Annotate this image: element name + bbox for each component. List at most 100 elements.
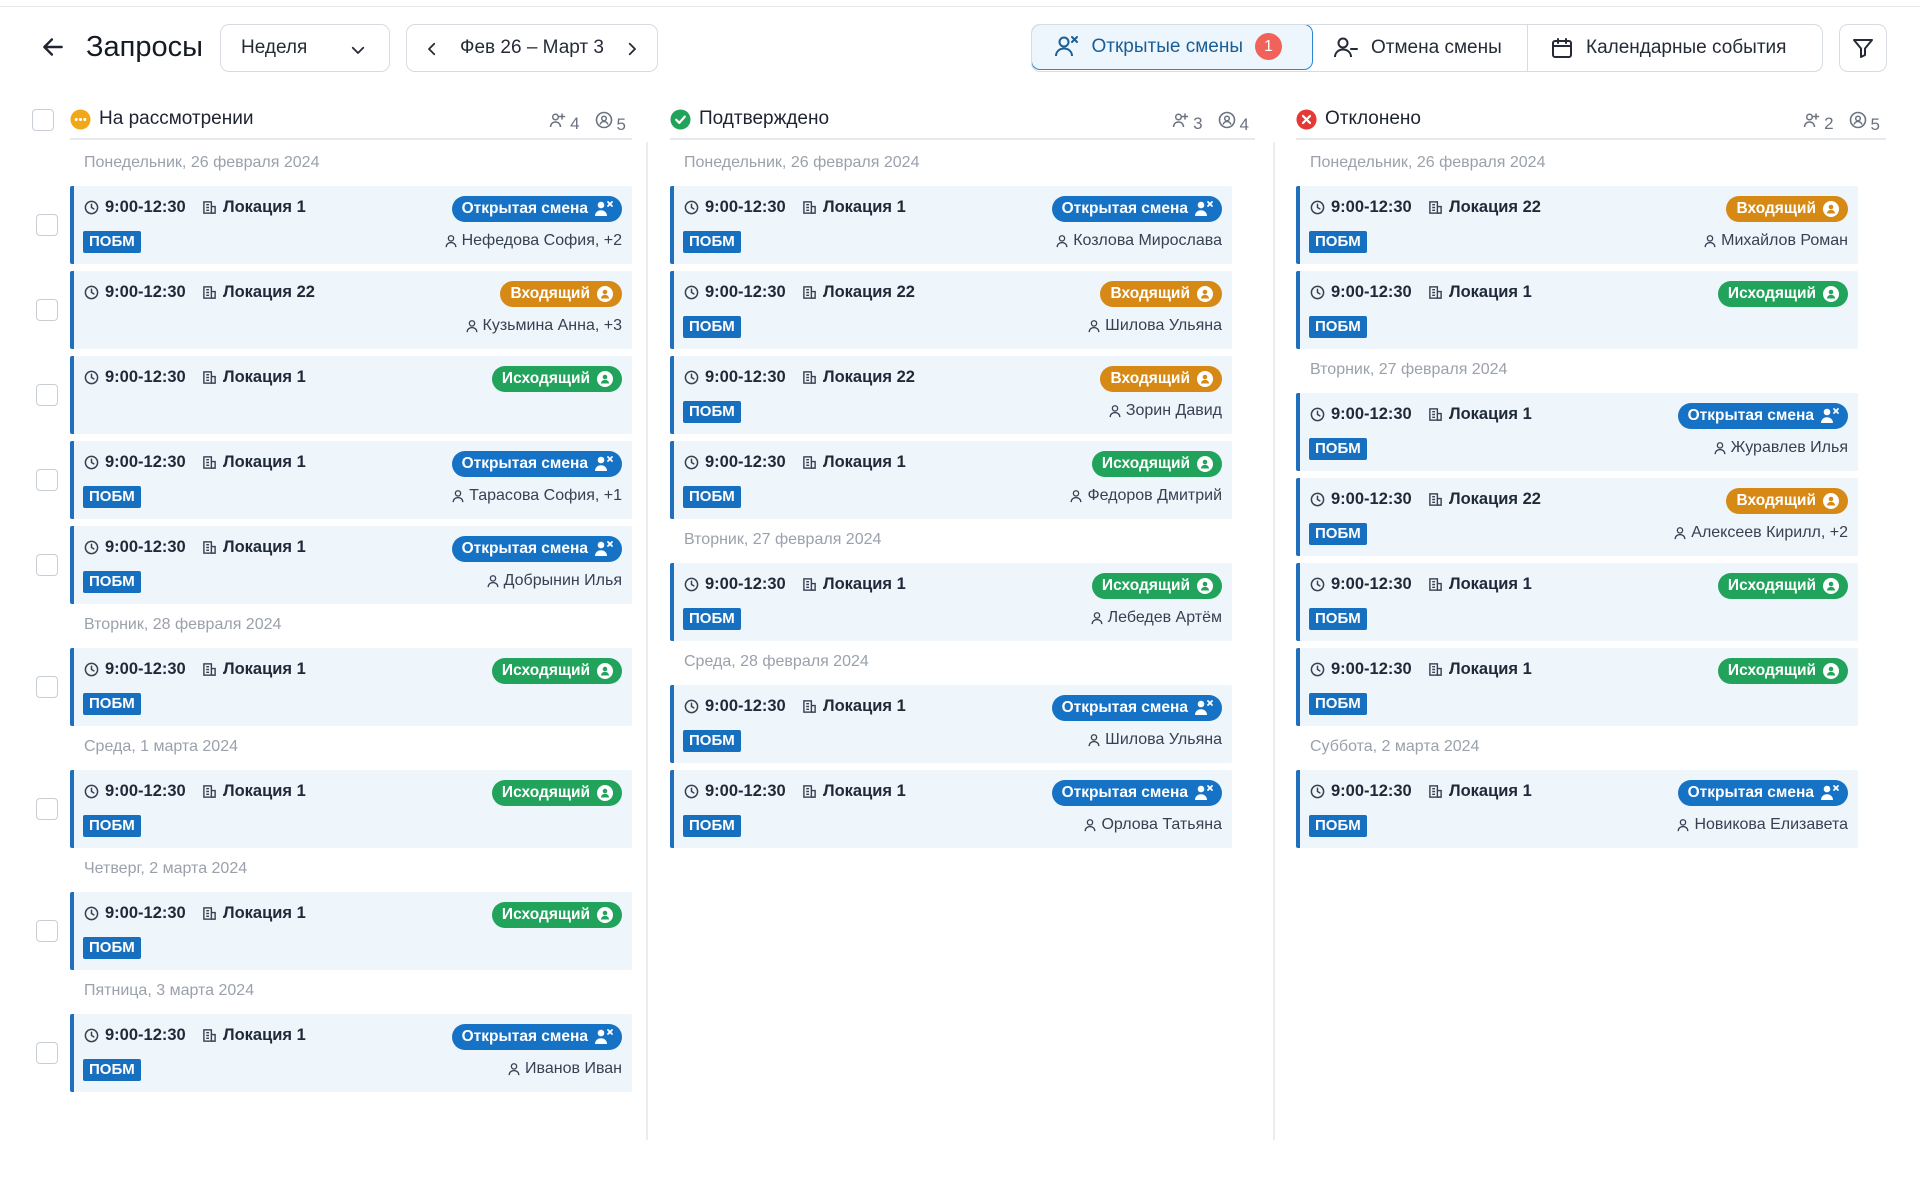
request-type-pill: Открытая смена — [451, 1024, 622, 1050]
person-x-icon — [1195, 785, 1213, 800]
shift-request-card[interactable]: 9:00-12:30 Локация 1 ПОБМ Открытая смена Неф… — [36, 186, 632, 264]
shift-location: Локация 1 — [802, 782, 906, 801]
person-swap-icon — [1823, 286, 1839, 302]
request-type-pill: Исходящий — [1717, 573, 1848, 599]
shift-location-text: Локация 1 — [223, 368, 306, 386]
shift-request-card[interactable]: 9:00-12:30 Локация 1 ПОБМ Исходящий Федоров … — [670, 441, 1232, 519]
assigned-person: Шилова Ульяна — [1087, 317, 1222, 335]
row-checkbox[interactable] — [36, 554, 58, 576]
row-checkbox[interactable] — [36, 299, 58, 321]
request-type-pill: Исходящий — [491, 780, 622, 806]
shift-request-card[interactable]: 9:00-12:30 Локация 22 ПОБМ Входящий Шилова У… — [670, 271, 1232, 349]
shift-request-card[interactable]: 9:00-12:30 Локация 1 ПОБМ Открытая смена Шил… — [670, 685, 1232, 763]
clock-icon — [684, 455, 699, 470]
shift-request-card[interactable]: 9:00-12:30 Локация 1 ПОБМ Открытая смена Доб… — [36, 526, 632, 604]
period-select[interactable]: Неделя — [220, 24, 390, 72]
shift-request-card[interactable]: 9:00-12:30 Локация 22 ПОБМ Входящий Зорин Да… — [670, 356, 1232, 434]
shift-request-card[interactable]: 9:00-12:30 Локация 1 ПОБМ Исходящий — [1296, 563, 1858, 641]
person-swap-icon — [1823, 493, 1839, 509]
row-checkbox[interactable] — [36, 676, 58, 698]
row-checkbox[interactable] — [36, 384, 58, 406]
building-icon — [1429, 663, 1442, 676]
shift-request-card[interactable]: 9:00-12:30 Локация 1 ПОБМ Исходящий — [1296, 648, 1858, 726]
shift-location-text: Локация 1 — [1449, 283, 1532, 301]
shift-request-card[interactable]: 9:00-12:30 Локация 1 ПОБМ Открытая смена Орл… — [670, 770, 1232, 848]
request-type-label: Открытая смена — [461, 1028, 588, 1045]
shift-request-card[interactable]: 9:00-12:30 Локация 22 Входящий Кузьмина Анн… — [36, 271, 632, 349]
shift-time: 9:00-12:30 — [1310, 283, 1412, 302]
request-type-pill: Входящий — [1100, 281, 1222, 307]
assigned-person: Нефедова София, +2 — [444, 232, 622, 250]
assigned-person-name: Алексеев Кирилл, +2 — [1691, 524, 1848, 541]
shift-location: Локация 1 — [202, 453, 306, 472]
shift-request-card[interactable]: 9:00-12:30 Локация 1 Исходящий — [36, 356, 632, 434]
row-checkbox[interactable] — [36, 469, 58, 491]
tab-calendar-events[interactable]: Календарные события — [1528, 25, 1819, 71]
shift-request-card[interactable]: 9:00-12:30 Локация 1 ПОБМ Открытая смена Жур… — [1296, 393, 1858, 471]
people-count: 4 — [549, 111, 580, 134]
shift-location-text: Локация 1 — [223, 782, 306, 800]
shift-time-text: 9:00-12:30 — [1331, 660, 1412, 678]
shift-request-card[interactable]: 9:00-12:30 Локация 1 ПОБМ Исходящий Лебедев … — [670, 563, 1232, 641]
user-icon — [1091, 612, 1103, 625]
position-tag: ПОБМ — [683, 815, 741, 837]
person-swap-icon — [597, 663, 613, 679]
shift-request-card[interactable]: 9:00-12:30 Локация 1 ПОБМ Открытая смена Нов… — [1296, 770, 1858, 848]
shift-time: 9:00-12:30 — [84, 198, 186, 217]
shift-location: Локация 1 — [202, 1026, 306, 1045]
request-type-pill: Открытая смена — [451, 451, 622, 477]
filter-button[interactable] — [1839, 24, 1887, 72]
request-type-label: Исходящий — [501, 906, 590, 923]
select-all-checkbox[interactable] — [32, 109, 54, 131]
person-swap-icon — [1823, 578, 1839, 594]
request-type-pill: Исходящий — [491, 658, 622, 684]
request-type-label: Исходящий — [1727, 285, 1816, 302]
shift-request-card[interactable]: 9:00-12:30 Локация 22 ПОБМ Входящий Михайлов… — [1296, 186, 1858, 264]
shift-location: Локация 22 — [1428, 198, 1541, 217]
chevron-left-icon[interactable] — [423, 40, 441, 58]
date-range-label[interactable]: Фев 26 – Март 3 — [460, 37, 604, 59]
shift-request-card[interactable]: 9:00-12:30 Локация 1 ПОБМ Исходящий — [1296, 271, 1858, 349]
shift-location: Локация 22 — [802, 283, 915, 302]
shift-request-card[interactable]: 9:00-12:30 Локация 1 ПОБМ Открытая смена Ива… — [36, 1014, 632, 1092]
date-range-picker: Фев 26 – Март 3 — [406, 24, 658, 72]
shift-time: 9:00-12:30 — [84, 368, 186, 387]
assigned-person: Лебедев Артём — [1090, 609, 1222, 627]
shift-time: 9:00-12:30 — [1310, 660, 1412, 679]
tab-calendar-events-label: Календарные события — [1586, 37, 1787, 58]
row-checkbox[interactable] — [36, 214, 58, 236]
tab-open-shifts[interactable]: Открытые смены 1 — [1032, 25, 1313, 70]
clock-icon — [1310, 577, 1325, 592]
clock-icon — [84, 1028, 99, 1043]
shift-request-card[interactable]: 9:00-12:30 Локация 1 ПОБМ Исходящий — [36, 770, 632, 848]
column-title: Отклонено — [1325, 108, 1421, 129]
date-heading: Вторник, 27 февраля 2024 — [1310, 361, 1508, 378]
row-checkbox[interactable] — [36, 920, 58, 942]
shift-count-value: 4 — [1239, 115, 1249, 134]
chevron-down-icon — [351, 46, 365, 54]
shift-request-card[interactable]: 9:00-12:30 Локация 1 ПОБМ Открытая смена Коз… — [670, 186, 1232, 264]
user-icon — [508, 1063, 520, 1076]
back-arrow-icon[interactable] — [40, 34, 70, 60]
shift-location-text: Локация 22 — [823, 283, 915, 301]
page-title: Запросы — [86, 31, 203, 63]
person-x-icon — [1821, 408, 1839, 423]
tab-cancel-shift[interactable]: Отмена смены — [1311, 25, 1528, 71]
shift-location: Локация 1 — [202, 368, 306, 387]
shift-request-card[interactable]: 9:00-12:30 Локация 22 ПОБМ Входящий Алексеев… — [1296, 478, 1858, 556]
building-icon — [203, 907, 216, 920]
request-type-label: Открытая смена — [1061, 784, 1188, 801]
shift-request-card[interactable]: 9:00-12:30 Локация 1 ПОБМ Исходящий — [36, 648, 632, 726]
building-icon — [203, 785, 216, 798]
shift-request-card[interactable]: 9:00-12:30 Локация 1 ПОБМ Открытая смена Тар… — [36, 441, 632, 519]
position-tag: ПОБМ — [83, 693, 141, 715]
date-heading: Вторник, 28 февраля 2024 — [84, 616, 282, 633]
shift-time-text: 9:00-12:30 — [705, 283, 786, 301]
assigned-person-name: Орлова Татьяна — [1101, 816, 1222, 833]
shift-request-card[interactable]: 9:00-12:30 Локация 1 ПОБМ Исходящий — [36, 892, 632, 970]
assigned-person: Алексеев Кирилл, +2 — [1673, 524, 1848, 542]
building-icon — [203, 541, 216, 554]
chevron-right-icon[interactable] — [623, 40, 641, 58]
row-checkbox[interactable] — [36, 1042, 58, 1064]
row-checkbox[interactable] — [36, 798, 58, 820]
